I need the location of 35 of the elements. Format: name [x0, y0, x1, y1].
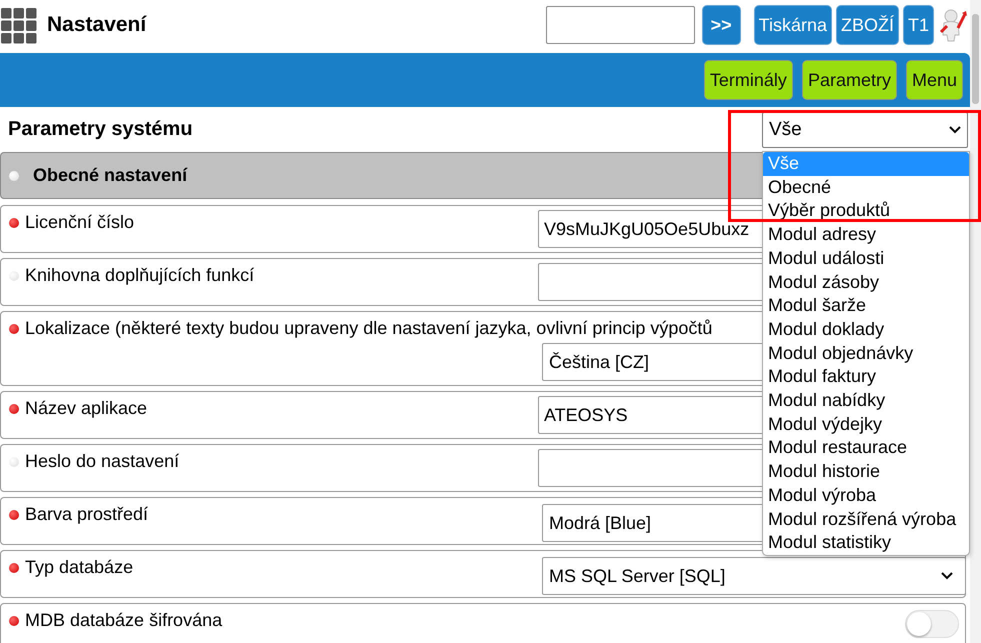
setting-label: Název aplikace — [25, 398, 148, 419]
setting-label: Lokalizace (některé texty budou upraveny dle nastavení jazyka, ovlivní princip výpočtů — [25, 318, 712, 339]
dropdown-option[interactable]: Modul zásoby — [763, 270, 969, 294]
nav-button[interactable]: Parametry — [802, 60, 897, 100]
dropdown-option[interactable]: Modul restaurace — [763, 436, 969, 460]
dropdown-option[interactable]: Modul historie — [763, 460, 969, 484]
select-field[interactable]: MS SQL Server [SQL] — [542, 557, 966, 595]
setting-label: Typ databáze — [25, 557, 134, 578]
chevron-down-icon — [949, 126, 961, 134]
setting-label: Barva prostředí — [25, 504, 148, 525]
header-button[interactable]: ZBOŽÍ — [836, 5, 899, 45]
dropdown-option[interactable]: Modul události — [763, 246, 969, 271]
search-field[interactable] — [546, 6, 695, 44]
dropdown-option[interactable]: Modul šarže — [763, 294, 969, 318]
repairman-icon[interactable] — [938, 8, 968, 42]
go-button[interactable]: >> — [702, 5, 741, 45]
header-button[interactable]: T1 — [902, 5, 934, 45]
setting-label: Heslo do nastavení — [25, 451, 180, 472]
dropdown-option[interactable]: Modul rozšířená výroba — [763, 508, 969, 532]
nav-button[interactable]: Menu — [906, 60, 963, 100]
app-grid-icon[interactable] — [1, 8, 37, 44]
scrollbar[interactable] — [970, 0, 981, 643]
nav-button[interactable]: Terminály — [704, 60, 793, 100]
page-title: Nastavení — [47, 13, 146, 37]
toggle-switch[interactable] — [905, 610, 959, 638]
category-select[interactable]: Vše — [762, 112, 968, 148]
dropdown-option[interactable]: Modul doklady — [763, 318, 969, 342]
header-button[interactable]: Tiskárna — [754, 5, 832, 45]
setting-label: Licenční číslo — [25, 212, 134, 233]
section-title: Parametry systému — [8, 118, 193, 141]
setting-label: Knihovna doplňujících funkcí — [25, 265, 254, 286]
group-title: Obecné nastavení — [33, 165, 188, 186]
dropdown-option[interactable]: Obecné — [763, 176, 969, 200]
setting-label: MDB databáze šifrována — [25, 610, 222, 631]
dropdown-option[interactable]: Modul objednávky — [763, 342, 969, 366]
